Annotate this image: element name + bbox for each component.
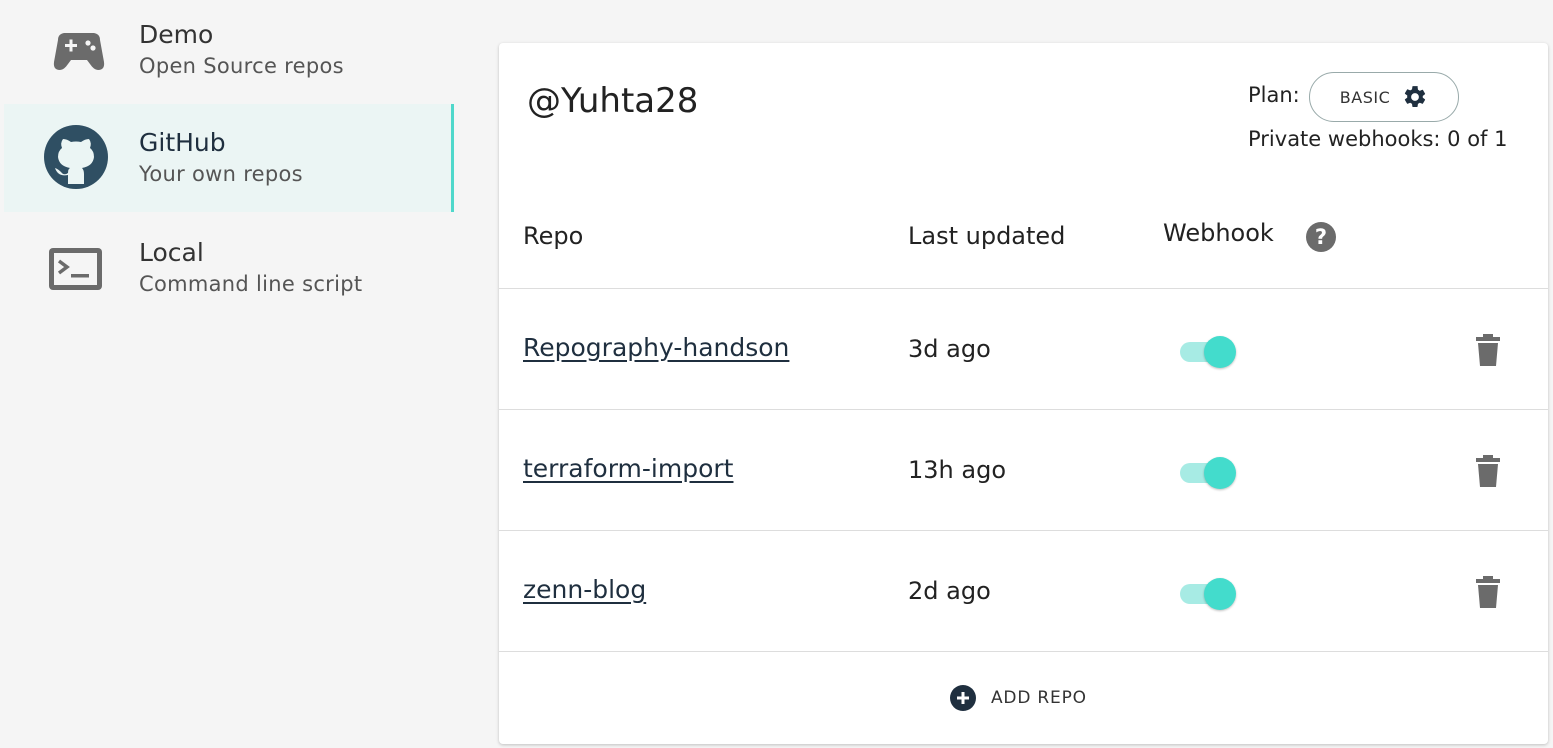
repo-link[interactable]: Repography-handson [523, 333, 789, 362]
terminal-icon [49, 248, 102, 290]
table-row: terraform-import 13h ago [499, 409, 1548, 530]
table-footer: ADD REPO [499, 651, 1548, 745]
table-row: zenn-blog 2d ago [499, 530, 1548, 651]
gear-icon [1405, 86, 1426, 107]
plan-value: BASIC [1339, 87, 1391, 107]
help-icon[interactable]: ? [1305, 221, 1337, 253]
private-webhooks-count: Private webhooks: 0 of 1 [1248, 127, 1508, 151]
github-icon [44, 125, 108, 189]
page-title: @Yuhta28 [527, 81, 699, 121]
sidebar-item-title: GitHub [139, 128, 226, 157]
sidebar-item-github[interactable]: GitHub Your own repos [4, 104, 454, 212]
repos-card: @Yuhta28 Plan: BASIC Private webhooks: 0… [499, 43, 1548, 744]
webhook-toggle[interactable] [1180, 575, 1238, 610]
column-header-repo: Repo [523, 222, 584, 250]
plan-button[interactable]: BASIC [1309, 72, 1459, 122]
sidebar-item-subtitle: Open Source repos [139, 54, 344, 78]
sidebar-item-local[interactable]: Local Command line script [4, 212, 454, 318]
trash-icon[interactable] [1475, 333, 1501, 367]
sidebar-item-title: Demo [139, 20, 214, 49]
trash-icon[interactable] [1475, 454, 1501, 488]
repo-link[interactable]: zenn-blog [523, 575, 646, 604]
add-repo-button[interactable]: ADD REPO [949, 684, 1087, 712]
sidebar-item-title: Local [139, 238, 204, 267]
gamepad-icon [53, 33, 105, 70]
trash-icon[interactable] [1475, 575, 1501, 609]
add-circle-icon [950, 685, 976, 711]
webhook-toggle[interactable] [1180, 333, 1238, 368]
column-header-webhook: Webhook [1163, 219, 1274, 247]
sidebar-item-demo[interactable]: Demo Open Source repos [4, 0, 454, 104]
plan-label: Plan: [1248, 83, 1300, 107]
sidebar-item-subtitle: Your own repos [139, 162, 303, 186]
svg-text:?: ? [1315, 225, 1327, 249]
webhook-toggle[interactable] [1180, 454, 1238, 489]
last-updated: 3d ago [908, 335, 991, 363]
table-row: Repography-handson 3d ago [499, 288, 1548, 409]
add-repo-label: ADD REPO [991, 688, 1087, 708]
last-updated: 2d ago [908, 577, 991, 605]
sidebar: Demo Open Source repos GitHub Your own r… [4, 0, 454, 318]
last-updated: 13h ago [908, 456, 1007, 484]
sidebar-item-subtitle: Command line script [139, 272, 363, 296]
column-header-last-updated: Last updated [908, 222, 1066, 250]
repo-link[interactable]: terraform-import [523, 454, 733, 483]
